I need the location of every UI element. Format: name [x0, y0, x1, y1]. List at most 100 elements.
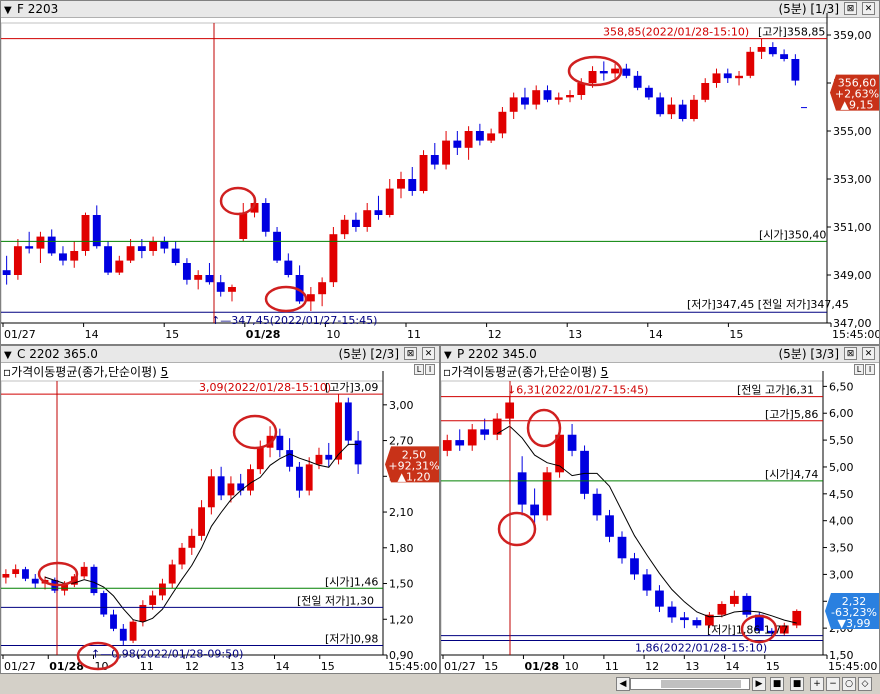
plot-area	[1, 22, 828, 324]
candle-body	[70, 251, 79, 261]
candle-body	[566, 95, 574, 98]
candle-body	[498, 111, 507, 134]
x-tick-label: 15:45:00	[828, 660, 877, 673]
candle-body	[633, 75, 642, 88]
candle-body	[442, 440, 452, 451]
candle-body	[680, 617, 689, 621]
price-box-change: ▲1,20	[398, 470, 431, 483]
x-tick-label: 01/27	[444, 660, 476, 673]
stop-icon[interactable]: ■	[790, 677, 804, 691]
candle-body	[59, 253, 67, 261]
zoom-fit-icon[interactable]: ◇	[858, 677, 872, 691]
candle-body	[464, 131, 473, 148]
candle-body	[216, 282, 225, 292]
candle-body	[273, 231, 281, 261]
scroll-thumb[interactable]	[661, 680, 741, 688]
candle-body	[306, 294, 315, 302]
y-tick-label: 351,00	[833, 221, 872, 234]
x-tick-label: 15	[165, 328, 179, 341]
candle-body	[137, 246, 146, 251]
candle-body	[729, 595, 739, 604]
zoom-reset-icon[interactable]: ○	[842, 677, 856, 691]
candle-body	[678, 104, 687, 119]
candle-body	[284, 260, 293, 275]
chart-toolbar: ◀ ▶ ■ ■ + − ○ ◇	[0, 674, 880, 694]
x-tick-label: 15:45:00	[388, 660, 437, 673]
candle-body	[453, 140, 462, 148]
candle-body	[509, 97, 518, 112]
candle-body	[467, 429, 477, 446]
candle-body	[228, 287, 236, 292]
candle-body	[335, 402, 342, 460]
candle-body	[256, 447, 264, 470]
candle-body	[129, 621, 137, 641]
candle-body	[667, 104, 676, 115]
candle-body	[746, 51, 755, 76]
x-tick-label: 01/27	[4, 328, 36, 341]
candle-body	[340, 219, 349, 235]
y-tick-label: 4,50	[829, 488, 854, 501]
x-tick-label: 01/28	[524, 660, 559, 673]
candle-body	[22, 569, 29, 579]
candle-body	[692, 620, 702, 626]
chart-panel-f2203: ▼ F 2203 (5분) [1/3] ⊠ ✕ 359,00357,00355,…	[0, 0, 880, 345]
prev-high-label: [전일 고가]6,31	[737, 383, 814, 397]
high-label: [고가]5,86	[765, 408, 818, 421]
low-label: [저가]0,98	[325, 632, 378, 645]
candle-body	[160, 241, 169, 249]
candlestick-chart[interactable]: 359,00357,00355,00353,00351,00349,00347,…	[1, 1, 880, 345]
candle-body	[81, 215, 90, 251]
candle-body	[325, 454, 333, 460]
x-tick-label: 10	[95, 660, 109, 673]
candle-body	[442, 140, 451, 165]
y-tick-label: 3,00	[829, 568, 854, 581]
candle-body	[31, 578, 39, 584]
candlestick-chart[interactable]: 6,506,005,505,004,504,003,503,002,502,00…	[441, 346, 880, 674]
scroll-bar[interactable]	[630, 678, 750, 690]
open-label: [시가]4,74	[765, 468, 818, 481]
y-tick-label: 1,50	[389, 578, 414, 591]
candle-body	[374, 210, 383, 215]
candle-body	[149, 595, 157, 605]
candle-body	[408, 179, 417, 191]
candle-body	[115, 260, 124, 273]
candle-body	[171, 248, 180, 263]
candle-body	[419, 155, 428, 191]
x-tick-label: 13	[230, 660, 244, 673]
candle-body	[792, 610, 802, 626]
candle-body	[207, 476, 215, 508]
y-tick-label: 349,00	[833, 269, 872, 282]
candle-body	[656, 97, 665, 115]
candle-body	[110, 614, 117, 629]
scroll-left-icon[interactable]: ◀	[616, 677, 630, 691]
x-tick-label: 15	[321, 660, 335, 673]
candle-body	[385, 188, 394, 215]
high-label: [고가]3,09	[325, 381, 378, 394]
candle-body	[742, 595, 752, 615]
price-box-change: ▼3,99	[838, 617, 871, 630]
candle-body	[605, 515, 614, 537]
candle-body	[480, 429, 490, 435]
x-tick-label: 10	[565, 660, 579, 673]
scroll-right-icon[interactable]: ▶	[752, 677, 766, 691]
candlestick-chart[interactable]: 3,002,702,402,101,801,501,200,9001/2701/…	[1, 346, 440, 674]
candle-body	[588, 71, 597, 83]
candle-body	[642, 574, 652, 591]
y-tick-label: 3,00	[389, 399, 414, 412]
candle-body	[644, 87, 653, 98]
pause-icon[interactable]: ■	[770, 677, 784, 691]
candle-body	[690, 99, 698, 119]
candle-body	[592, 493, 602, 516]
high-ref-label: 358,85(2022/01/28-15:10)	[603, 26, 749, 39]
x-tick-label: 10	[326, 328, 340, 341]
high-ref-label: ↓6,31(2022/01/27-15:45)	[507, 384, 648, 397]
plot-area	[1, 380, 384, 656]
y-tick-label: 3,50	[829, 542, 854, 555]
candle-body	[217, 476, 225, 496]
candle-body	[543, 90, 552, 100]
zoom-out-icon[interactable]: −	[826, 677, 840, 691]
candle-body	[305, 464, 313, 491]
zoom-in-icon[interactable]: +	[810, 677, 824, 691]
y-tick-label: 359,00	[833, 29, 872, 42]
candle-body	[119, 628, 127, 641]
